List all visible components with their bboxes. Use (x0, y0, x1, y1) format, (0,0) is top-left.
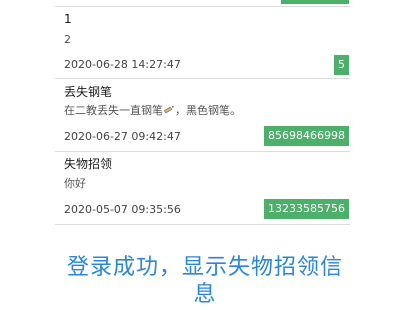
item-title: 1 (64, 12, 72, 26)
pencil-icon (164, 105, 174, 114)
item-content-text: ，黑色钢笔。 (175, 104, 241, 117)
item-content: 你好 (64, 177, 86, 190)
lost-found-list-page: 1 2 2020-06-28 14:27:47 5 丢失钢笔 在二教丢失一直钢笔… (0, 0, 400, 310)
item-content: 在二教丢失一直钢笔 ，黑色钢笔。 (64, 104, 241, 118)
item-time: 2020-06-28 14:27:47 (64, 58, 181, 71)
item-time: 2020-06-27 09:42:47 (64, 130, 181, 143)
phone-badge[interactable] (281, 0, 349, 4)
list-item[interactable]: 1 2 2020-06-28 14:27:47 5 (55, 8, 350, 79)
phone-badge[interactable]: 5 (334, 55, 349, 75)
phone-badge[interactable]: 13233585756 (264, 199, 349, 219)
item-content-text: 在二教丢失一直钢笔 (64, 104, 163, 117)
item-time: 2020-05-07 09:35:56 (64, 203, 181, 216)
previous-list-item[interactable] (55, 0, 350, 7)
item-title: 失物招领 (64, 157, 113, 171)
result-caption: 登录成功，显示失物招领信息 (66, 255, 343, 307)
item-content: 2 (64, 33, 71, 46)
item-title: 丢失钢笔 (64, 85, 113, 99)
phone-badge[interactable]: 85698466998 (264, 126, 349, 146)
list-item[interactable]: 失物招领 你好 2020-05-07 09:35:56 13233585756 (55, 152, 350, 225)
list-item[interactable]: 丢失钢笔 在二教丢失一直钢笔 ，黑色钢笔。 2020-06-27 09:42:4… (55, 79, 350, 152)
